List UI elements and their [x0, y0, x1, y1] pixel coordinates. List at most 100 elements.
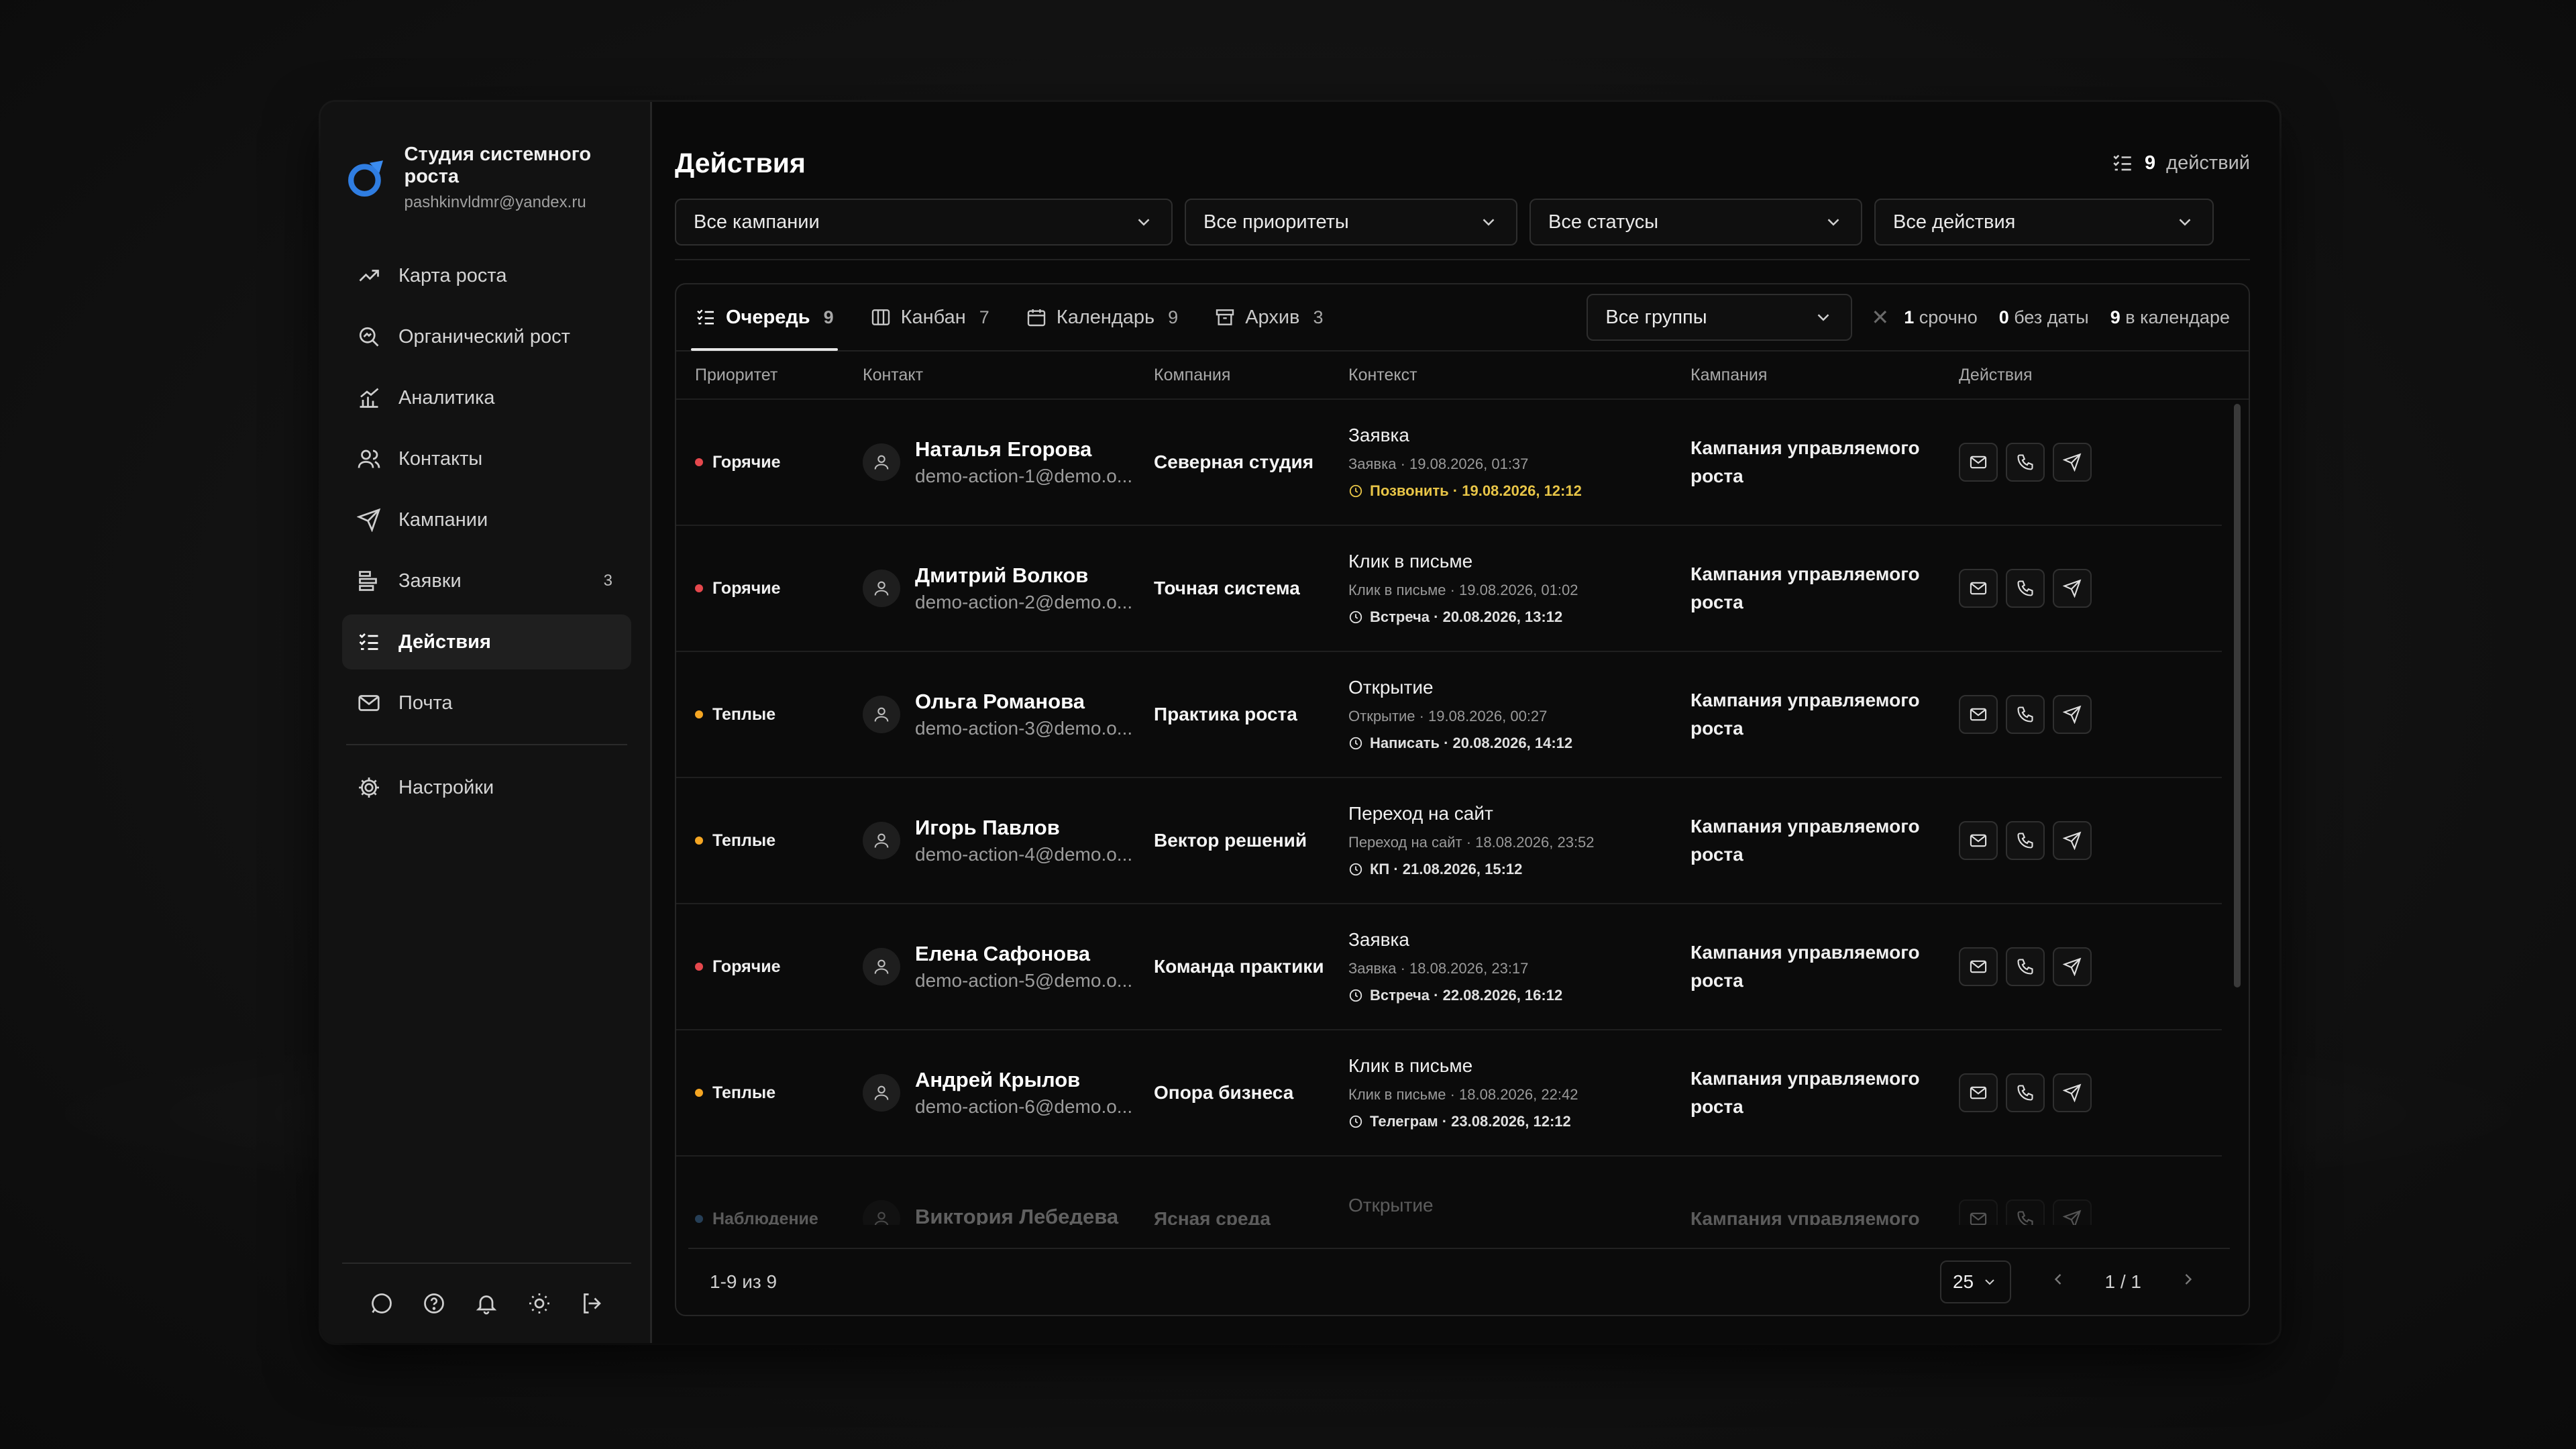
column-header-campaign[interactable]: Кампания [1690, 366, 1959, 385]
email-action-button[interactable] [1959, 821, 1998, 860]
email-action-button[interactable] [1959, 695, 1998, 734]
context-title: Открытие [1348, 677, 1434, 698]
send-action-button[interactable] [2053, 443, 2092, 482]
call-action-button[interactable] [2006, 1073, 2045, 1112]
tab-kanban[interactable]: Канбан 7 [870, 284, 989, 351]
company-cell: Ясная среда [1154, 1208, 1271, 1225]
send-action-button[interactable] [2053, 695, 2092, 734]
sidebar-item-mail[interactable]: Почта [342, 676, 631, 731]
context-subtitle: Клик в письме · 18.08.2026, 22:42 [1348, 1086, 1578, 1103]
contact-cell[interactable]: Наталья Егорова demo-action-1@demo.o... [863, 437, 1154, 487]
context-due-text: Встреча · 20.08.2026, 13:12 [1370, 608, 1563, 625]
priority-cell: Теплые [695, 705, 863, 724]
groups-filter-select[interactable]: Все группы [1587, 294, 1853, 341]
statuses-filter-select[interactable]: Все статусы [1529, 199, 1862, 246]
call-action-button[interactable] [2006, 443, 2045, 482]
context-cell: Открытие Открытие · 19.08.2026, 00:27 Напи… [1348, 677, 1690, 752]
page-size-select[interactable]: 25 [1939, 1260, 2011, 1303]
tab-calendar[interactable]: Календарь 9 [1026, 284, 1178, 351]
next-page-button[interactable] [2168, 1270, 2208, 1294]
column-header-company[interactable]: Компания [1154, 366, 1348, 385]
contact-cell[interactable]: Игорь Павлов demo-action-4@demo.o... [863, 816, 1154, 865]
call-action-button[interactable] [2006, 1199, 2045, 1225]
table-row[interactable]: Горячие Наталья Егорова demo-action-1@demo… [676, 400, 2222, 526]
email-action-button[interactable] [1959, 1199, 1998, 1225]
sidebar-item-actions[interactable]: Действия [342, 614, 631, 669]
contact-cell[interactable]: Андрей Крылов demo-action-6@demo.o... [863, 1068, 1154, 1118]
send-action-button[interactable] [2053, 947, 2092, 986]
table-row[interactable]: Теплые Ольга Романова demo-action-3@demo.o… [676, 652, 2222, 778]
sidebar-item-campaigns[interactable]: Кампании [342, 492, 631, 547]
email-action-button[interactable] [1959, 569, 1998, 608]
tab-queue[interactable]: Очередь 9 [691, 284, 838, 351]
contact-name[interactable]: Дмитрий Волков [915, 564, 1132, 588]
sidebar-item-analytics[interactable]: Аналитика [342, 370, 631, 425]
campaigns-filter-select[interactable]: Все кампании [675, 199, 1173, 246]
context-due-text: Встреча · 22.08.2026, 16:12 [1370, 987, 1563, 1004]
main-content: Действия 9 действий Все кампании Все при… [652, 102, 2279, 1343]
stat-in-calendar: 9 в календаре [2110, 307, 2230, 328]
clear-filter-icon[interactable]: ✕ [1871, 305, 1889, 330]
sidebar-item-label: Карта роста [398, 264, 507, 286]
bell-icon[interactable] [472, 1289, 501, 1318]
tab-label: Очередь [726, 306, 810, 328]
call-action-button[interactable] [2006, 947, 2045, 986]
call-action-button[interactable] [2006, 821, 2045, 860]
logout-icon[interactable] [577, 1289, 606, 1318]
phone-icon [2016, 1083, 2035, 1102]
send-action-button[interactable] [2053, 821, 2092, 860]
sidebar-item-organic-growth[interactable]: Органический рост [342, 309, 631, 364]
prev-page-button[interactable] [2038, 1270, 2078, 1294]
table-scrollbar[interactable] [2234, 404, 2241, 987]
mail-icon [1969, 1210, 1988, 1225]
column-header-priority[interactable]: Приоритет [695, 366, 863, 385]
contact-cell[interactable]: Елена Сафонова demo-action-5@demo.o... [863, 942, 1154, 991]
sidebar-item-growth-map[interactable]: Карта роста [342, 248, 631, 303]
email-action-button[interactable] [1959, 443, 1998, 482]
email-action-button[interactable] [1959, 947, 1998, 986]
send-action-button[interactable] [2053, 1199, 2092, 1225]
table-row[interactable]: Горячие Дмитрий Волков demo-action-2@demo.… [676, 526, 2222, 652]
contact-name[interactable]: Виктория Лебедева [915, 1205, 1118, 1225]
checklist-icon [697, 309, 714, 325]
contact-email: demo-action-3@demo.o... [915, 718, 1133, 739]
table-row[interactable]: Наблюдение Виктория Лебедева Ясная среда От… [676, 1157, 2222, 1225]
chevron-down-icon [1138, 219, 1150, 226]
contact-cell[interactable]: Ольга Романова demo-action-3@demo.o... [863, 690, 1154, 739]
company-cell: Команда практики [1154, 956, 1324, 977]
send-action-button[interactable] [2053, 1073, 2092, 1112]
column-header-context[interactable]: Контекст [1348, 366, 1690, 385]
contact-cell[interactable]: Виктория Лебедева [863, 1200, 1154, 1225]
chat-icon[interactable] [367, 1289, 396, 1318]
column-header-contact[interactable]: Контакт [863, 366, 1154, 385]
actions-filter-select[interactable]: Все действия [1874, 199, 2214, 246]
contact-name[interactable]: Ольга Романова [915, 690, 1132, 714]
call-action-button[interactable] [2006, 695, 2045, 734]
sidebar-item-requests[interactable]: Заявки 3 [342, 553, 631, 608]
chevron-down-icon [1985, 1279, 1994, 1285]
tab-archive[interactable]: Архив 3 [1214, 284, 1324, 351]
contact-name[interactable]: Андрей Крылов [915, 1068, 1132, 1092]
contact-name[interactable]: Наталья Егорова [915, 437, 1132, 462]
table-row[interactable]: Теплые Андрей Крылов demo-action-6@demo.o.… [676, 1030, 2222, 1157]
campaign-cell: Кампания управляемого роста [1690, 690, 1920, 739]
table-row[interactable]: Теплые Игорь Павлов demo-action-4@demo.o..… [676, 778, 2222, 904]
context-due-text: Телеграм · 23.08.2026, 12:12 [1370, 1113, 1571, 1130]
help-icon[interactable] [419, 1289, 449, 1318]
table-row[interactable]: Горячие Елена Сафонова demo-action-5@demo.… [676, 904, 2222, 1030]
context-cell: Заявка Заявка · 19.08.2026, 01:37 Позвонит… [1348, 425, 1690, 500]
trending-up-icon [356, 262, 382, 289]
contact-name[interactable]: Елена Сафонова [915, 942, 1132, 966]
contact-name[interactable]: Игорь Павлов [915, 816, 1132, 840]
send-action-button[interactable] [2053, 569, 2092, 608]
tab-label: Календарь [1056, 306, 1155, 328]
sidebar-item-contacts[interactable]: Контакты [342, 431, 631, 486]
call-action-button[interactable] [2006, 569, 2045, 608]
priorities-filter-select[interactable]: Все приоритеты [1185, 199, 1517, 246]
sidebar-item-settings[interactable]: Настройки [342, 760, 631, 815]
contact-cell[interactable]: Дмитрий Волков demo-action-2@demo.o... [863, 564, 1154, 613]
theme-sun-icon[interactable] [525, 1289, 554, 1318]
chevron-down-icon [1827, 219, 1839, 226]
brand[interactable]: Студия системного роста pashkinvldmr@yan… [345, 144, 631, 212]
email-action-button[interactable] [1959, 1073, 1998, 1112]
